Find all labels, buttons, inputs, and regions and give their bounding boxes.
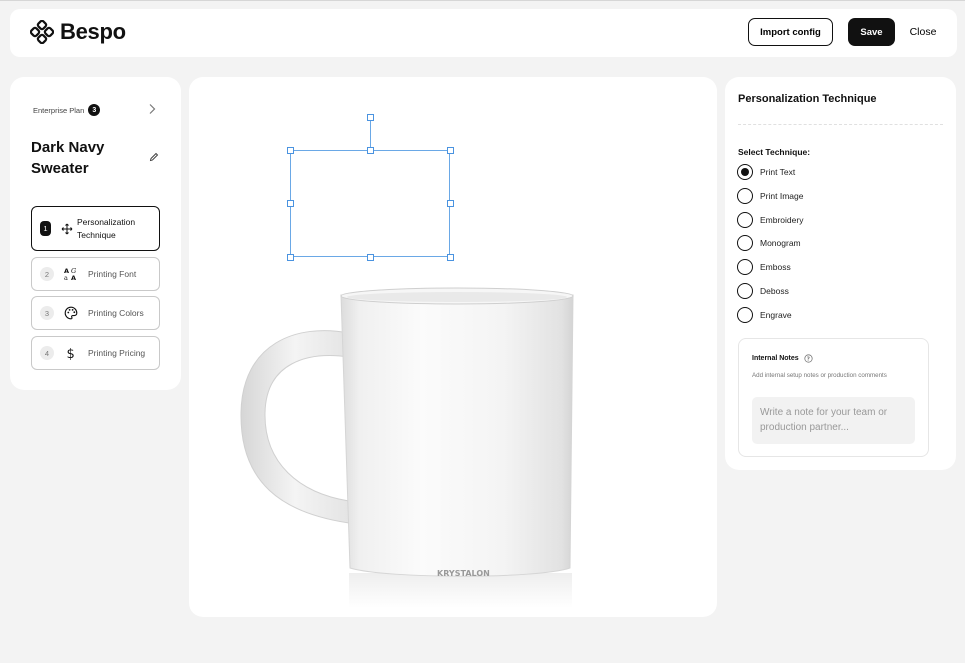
- step-label: Printing Font: [88, 269, 137, 279]
- svg-text:$: $: [67, 347, 75, 360]
- option-label: Monogram: [760, 238, 801, 248]
- dollar-icon: $: [63, 345, 79, 361]
- radio-button[interactable]: [737, 307, 753, 323]
- rotate-handle[interactable]: [367, 114, 374, 121]
- step-label: Printing Pricing: [88, 348, 146, 358]
- resize-handle-sw[interactable]: [287, 254, 294, 261]
- step-printing-pricing[interactable]: 4 $ Printing Pricing: [31, 336, 160, 370]
- technique-option-emboss[interactable]: Emboss: [737, 259, 791, 275]
- notes-title: Internal Notes ?: [752, 354, 813, 363]
- plan-label: Enterprise Plan: [33, 105, 85, 115]
- step-number: 3: [40, 306, 54, 320]
- step-personalization-technique[interactable]: 1 Personalization Technique: [31, 206, 160, 251]
- divider: [738, 124, 943, 125]
- pencil-icon[interactable]: [149, 152, 159, 162]
- notes-title-text: Internal Notes: [752, 355, 799, 362]
- step-label: Personalization Technique: [77, 216, 136, 240]
- bespo-logo-icon: [30, 20, 54, 44]
- radio-button[interactable]: [737, 212, 753, 228]
- step-number: 4: [40, 346, 54, 360]
- rotate-handle-stem: [370, 119, 371, 150]
- help-icon[interactable]: ?: [804, 354, 813, 363]
- technique-option-deboss[interactable]: Deboss: [737, 283, 789, 299]
- move-icon: [59, 221, 75, 237]
- close-button[interactable]: Close: [906, 18, 940, 46]
- step-number: 2: [40, 267, 54, 281]
- option-label: Print Image: [760, 191, 804, 201]
- step-label: Printing Colors: [88, 308, 144, 318]
- plan-selector[interactable]: Enterprise Plan 3: [33, 104, 101, 116]
- technique-option-embroidery[interactable]: Embroidery: [737, 212, 803, 228]
- steps-sidebar: Enterprise Plan 3 Dark Navy Sweater 1 Pe…: [10, 77, 181, 390]
- font-icon: A G a A: [63, 266, 79, 282]
- select-technique-label: Select Technique:: [738, 147, 811, 157]
- palette-icon: [63, 305, 79, 321]
- technique-option-monogram[interactable]: Monogram: [737, 235, 801, 251]
- radio-button[interactable]: [737, 235, 753, 251]
- technique-option-print-text[interactable]: Print Text: [737, 164, 795, 180]
- mug-product-image: KRYSTALON: [237, 283, 582, 617]
- notes-subtitle: Add internal setup notes or production c…: [752, 372, 887, 379]
- resize-handle-se[interactable]: [447, 254, 454, 261]
- radio-button[interactable]: [737, 283, 753, 299]
- chevron-right-icon[interactable]: [147, 103, 157, 115]
- radio-button[interactable]: [737, 164, 753, 180]
- import-config-button[interactable]: Import config: [748, 18, 833, 46]
- internal-notes-card: Internal Notes ? Add internal setup note…: [738, 338, 929, 457]
- step-printing-colors[interactable]: 3 Printing Colors: [31, 296, 160, 330]
- svg-text:?: ?: [806, 357, 809, 363]
- option-label: Print Text: [760, 167, 796, 177]
- svg-text:a: a: [64, 274, 68, 281]
- resize-handle-w[interactable]: [287, 200, 294, 207]
- resize-handle-nw[interactable]: [287, 147, 294, 154]
- notes-input[interactable]: [752, 397, 915, 444]
- design-canvas[interactable]: KRYSTALON: [189, 77, 717, 617]
- option-label: Engrave: [760, 310, 792, 320]
- technique-option-print-image[interactable]: Print Image: [737, 188, 803, 204]
- resize-handle-ne[interactable]: [447, 147, 454, 154]
- option-label: Deboss: [760, 286, 789, 296]
- brand-name: Bespo: [60, 19, 126, 44]
- brand-logo[interactable]: Bespo: [30, 19, 126, 45]
- product-title: Dark Navy Sweater: [31, 139, 105, 177]
- print-area-selection[interactable]: [290, 150, 450, 257]
- step-printing-font[interactable]: 2 A G a A Printing Font: [31, 257, 160, 291]
- resize-handle-s[interactable]: [367, 254, 374, 261]
- resize-handle-n[interactable]: [367, 147, 374, 154]
- radio-button[interactable]: [737, 259, 753, 275]
- mug-brand-text: KRYSTALON: [437, 569, 490, 578]
- technique-option-engrave[interactable]: Engrave: [737, 307, 792, 323]
- technique-panel: Personalization Technique Select Techniq…: [725, 77, 956, 470]
- svg-text:A: A: [71, 274, 76, 281]
- option-label: Emboss: [760, 262, 791, 272]
- panel-title: Personalization Technique: [738, 93, 877, 105]
- option-label: Embroidery: [760, 215, 804, 225]
- save-button[interactable]: Save: [848, 18, 895, 46]
- step-number: 1: [40, 221, 51, 236]
- resize-handle-e[interactable]: [447, 200, 454, 207]
- plan-badge: 3: [88, 104, 101, 116]
- top-bar: Bespo Import config Save Close: [10, 9, 957, 57]
- radio-button[interactable]: [737, 188, 753, 204]
